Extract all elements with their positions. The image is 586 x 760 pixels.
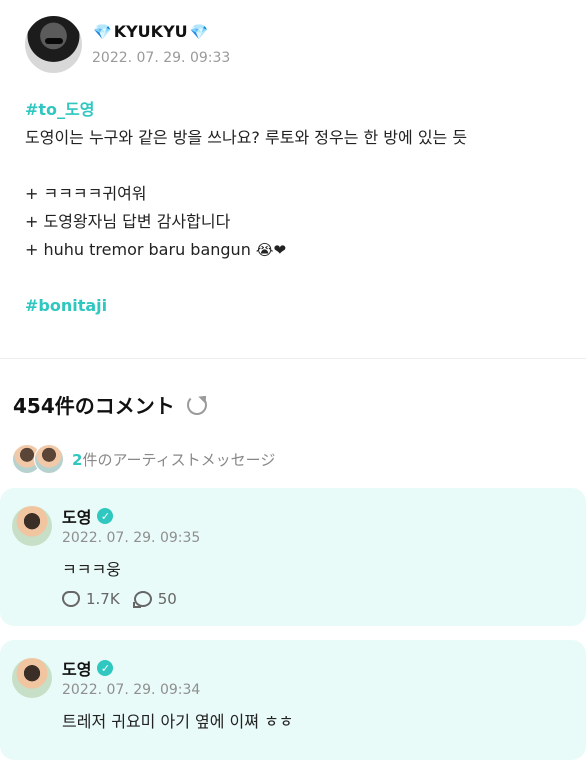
reply-button[interactable]: 50 bbox=[132, 590, 177, 608]
hashtag-bonitaji[interactable]: #bonitaji bbox=[25, 292, 467, 320]
author-name[interactable]: 💎 KYUKYU 💎 bbox=[93, 22, 208, 41]
artist-avatars bbox=[12, 444, 64, 474]
post-text-line: + 도영왕자님 답변 감사합니다 bbox=[25, 212, 231, 231]
comment-text: ㅋㅋㅋ웅 bbox=[62, 560, 121, 579]
post-text-line: + huhu tremor baru bangun 😭❤ bbox=[25, 236, 467, 264]
diamond-icon: 💎 bbox=[189, 22, 209, 41]
comment-card: 도영 ✓ 2022. 07. 29. 09:34 트레저 귀요미 아기 옆에 이… bbox=[0, 640, 586, 760]
comment-author-name: 도영 bbox=[62, 508, 92, 527]
post-text-line: + ㅋㅋㅋㅋ귀여워 bbox=[25, 184, 147, 203]
verified-icon: ✓ bbox=[97, 660, 114, 676]
refresh-icon[interactable] bbox=[186, 394, 207, 415]
like-count: 1.7K bbox=[86, 590, 120, 608]
post-body: #to_도영 도영이는 누구와 같은 방을 쓰나요? 루토와 정우는 한 방에 … bbox=[25, 96, 467, 320]
diamond-icon: 💎 bbox=[93, 22, 112, 41]
comments-count-title: 454件のコメント bbox=[13, 394, 175, 418]
comment-timestamp: 2022. 07. 29. 09:34 bbox=[62, 682, 201, 698]
crying-heart-emoji: 😭❤ bbox=[255, 241, 287, 259]
comment-actions: 1.7K 50 bbox=[62, 590, 177, 608]
comment-timestamp: 2022. 07. 29. 09:35 bbox=[62, 530, 201, 546]
comment-text: 트레저 귀요미 아기 옆에 이쪄 ㅎㅎ bbox=[62, 712, 294, 731]
artist-message-text: 件のアーティストメッセージ bbox=[82, 450, 276, 469]
comment-author-name: 도영 bbox=[62, 660, 92, 679]
avatar-glasses bbox=[45, 38, 63, 44]
verified-icon: ✓ bbox=[97, 508, 114, 524]
artist-message-label: 2件のアーティストメッセージ bbox=[72, 449, 275, 470]
comments-header: 454件のコメント bbox=[13, 390, 207, 419]
comment-avatar[interactable] bbox=[12, 506, 52, 546]
post-text-segment: + huhu tremor baru bangun bbox=[25, 240, 251, 259]
post-section: 💎 KYUKYU 💎 2022. 07. 29. 09:33 #to_도영 도영… bbox=[0, 0, 586, 359]
reply-icon bbox=[132, 591, 152, 608]
comment-author[interactable]: 도영 ✓ bbox=[62, 504, 114, 528]
comment-author[interactable]: 도영 ✓ bbox=[62, 656, 114, 680]
author-avatar[interactable] bbox=[25, 16, 82, 73]
hashtag-to-doyoung[interactable]: #to_도영 bbox=[25, 96, 467, 124]
like-icon bbox=[62, 591, 80, 607]
artist-message-toggle[interactable]: 2件のアーティストメッセージ bbox=[12, 444, 275, 474]
author-username: KYUKYU bbox=[113, 22, 188, 41]
like-button[interactable]: 1.7K bbox=[62, 590, 120, 608]
artist-message-count: 2 bbox=[72, 450, 83, 469]
artist-avatar bbox=[34, 444, 64, 474]
comment-avatar[interactable] bbox=[12, 658, 52, 698]
reply-count: 50 bbox=[157, 590, 177, 608]
post-timestamp: 2022. 07. 29. 09:33 bbox=[92, 50, 231, 66]
comment-card: 도영 ✓ 2022. 07. 29. 09:35 ㅋㅋㅋ웅 1.7K 50 bbox=[0, 488, 586, 626]
post-text-line: 도영이는 누구와 같은 방을 쓰나요? 루토와 정우는 한 방에 있는 듯 bbox=[25, 128, 468, 147]
